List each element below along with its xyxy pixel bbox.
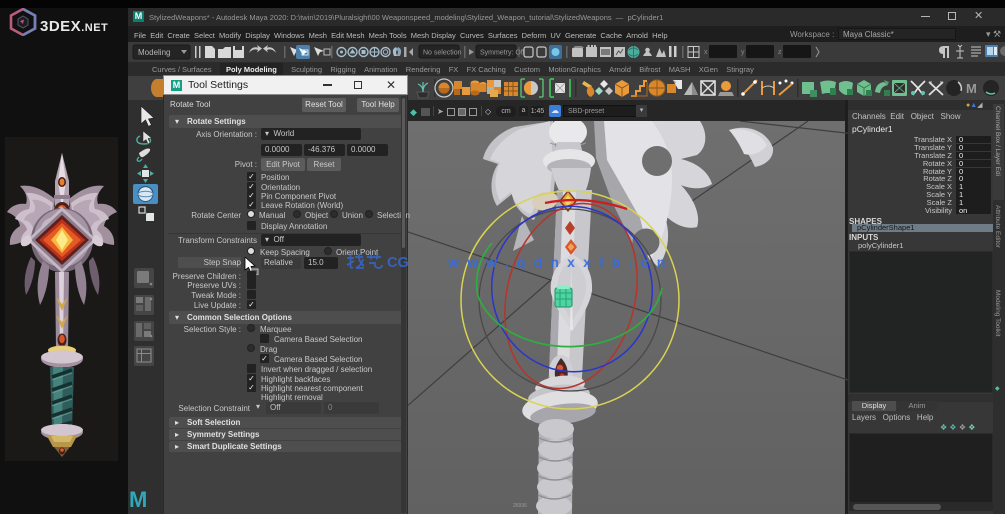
- svg-text:CG: CG: [387, 255, 409, 270]
- svg-text:z: z: [778, 49, 782, 56]
- svg-text:Modeling: Modeling: [138, 48, 170, 57]
- svg-text:x: x: [704, 49, 708, 56]
- svg-text:No selection: No selection: [423, 50, 462, 57]
- svg-text:y: y: [741, 49, 745, 56]
- svg-text:Symmetry: Off: Symmetry: Off: [480, 50, 525, 57]
- svg-text:26936: 26936: [513, 503, 527, 509]
- svg-text:M: M: [966, 81, 977, 96]
